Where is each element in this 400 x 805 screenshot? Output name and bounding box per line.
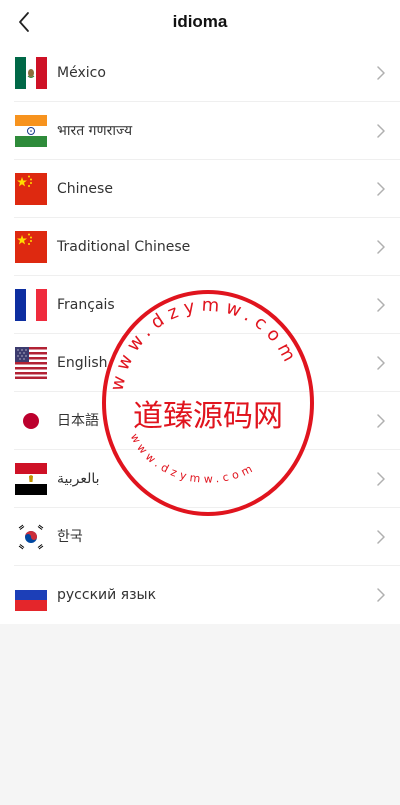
egypt-flag-icon xyxy=(15,463,47,495)
chevron-right-icon xyxy=(377,588,385,602)
language-label: 日本語 xyxy=(57,413,99,429)
chevron-right-icon xyxy=(377,240,385,254)
language-item-japanese[interactable]: 日本語 xyxy=(0,392,400,450)
chevron-right-icon xyxy=(377,530,385,544)
korea-flag-icon xyxy=(15,521,47,553)
chevron-right-icon xyxy=(377,182,385,196)
chevron-right-icon xyxy=(377,356,385,370)
language-label: English xyxy=(57,355,108,371)
china-flag-icon xyxy=(15,231,47,263)
back-button[interactable] xyxy=(8,6,40,38)
chevron-right-icon xyxy=(377,298,385,312)
language-label: 한국 xyxy=(57,529,83,545)
language-label: भारत गणराज्य xyxy=(57,123,133,139)
language-item-english[interactable]: English xyxy=(0,334,400,392)
language-item-arabic[interactable]: بالعربية xyxy=(0,450,400,508)
language-label: русский язык xyxy=(57,587,157,603)
language-label: Français xyxy=(57,297,115,313)
language-label: بالعربية xyxy=(57,471,100,487)
usa-flag-icon xyxy=(15,347,47,379)
india-flag-icon xyxy=(15,115,47,147)
china-flag-icon xyxy=(15,173,47,205)
chevron-left-icon xyxy=(19,12,29,32)
top-bar: idioma xyxy=(0,0,400,44)
chevron-right-icon xyxy=(377,66,385,80)
language-item-french[interactable]: Français xyxy=(0,276,400,334)
language-label: México xyxy=(57,65,106,81)
language-label: Traditional Chinese xyxy=(57,239,191,255)
language-item-traditional-chinese[interactable]: Traditional Chinese xyxy=(0,218,400,276)
language-item-korean[interactable]: 한국 xyxy=(0,508,400,566)
russia-flag-icon xyxy=(15,579,47,611)
chevron-right-icon xyxy=(377,414,385,428)
language-label: Chinese xyxy=(57,181,113,197)
language-item-chinese[interactable]: Chinese xyxy=(0,160,400,218)
mexico-flag-icon xyxy=(15,57,47,89)
japan-flag-icon xyxy=(15,405,47,437)
language-list: México भारत गणराज्य Chinese Traditional … xyxy=(0,44,400,624)
france-flag-icon xyxy=(15,289,47,321)
language-item-india[interactable]: भारत गणराज्य xyxy=(0,102,400,160)
page-title: idioma xyxy=(172,12,228,31)
language-item-russian[interactable]: русский язык xyxy=(0,566,400,624)
chevron-right-icon xyxy=(377,124,385,138)
chevron-right-icon xyxy=(377,472,385,486)
language-item-mexico[interactable]: México xyxy=(0,44,400,102)
